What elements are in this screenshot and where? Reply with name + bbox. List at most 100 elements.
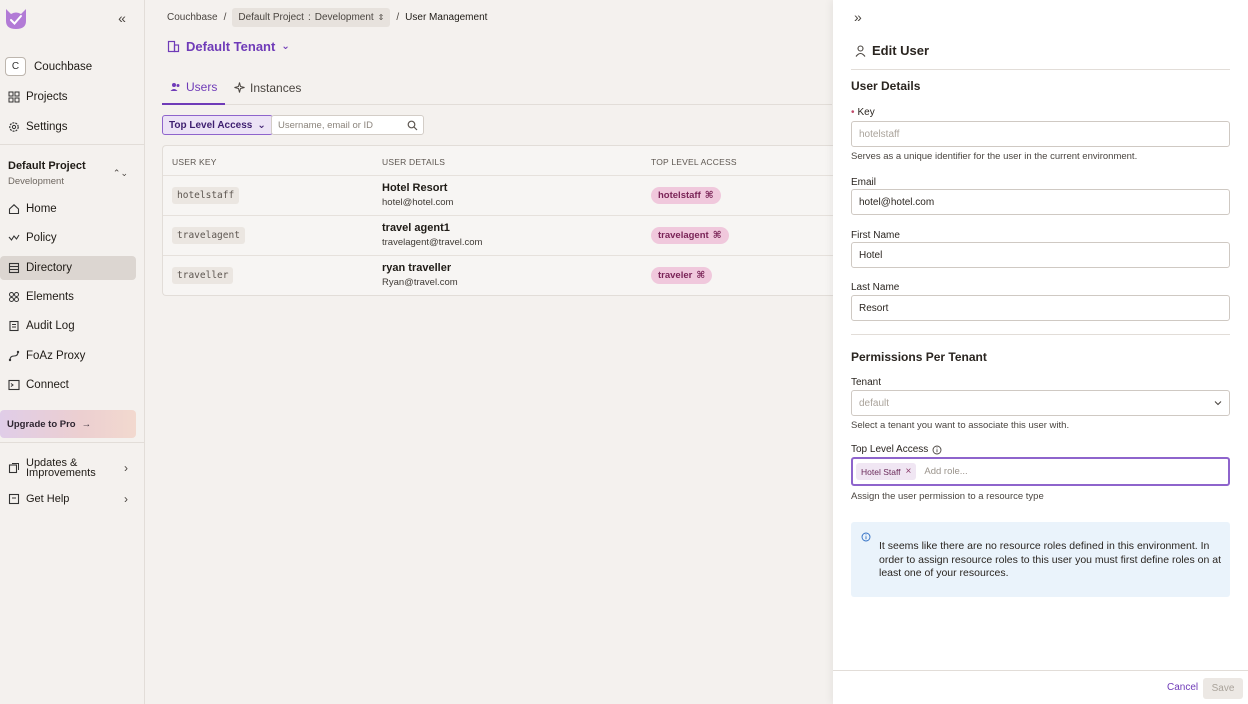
search-placeholder: Username, email or ID [278, 119, 374, 131]
drawer-title-text: Edit User [872, 43, 930, 58]
grid-icon [8, 91, 20, 103]
sidebar-item-label: Home [26, 203, 57, 215]
user-email: hotel@hotel.com [382, 197, 454, 208]
key-placeholder: hotelstaff [859, 128, 900, 140]
drawer-footer: Cancel Save [833, 670, 1248, 704]
chevron-up-down-icon: ⌃⌄ [112, 168, 128, 178]
last-name-value: Resort [859, 302, 889, 314]
app-logo-icon[interactable] [4, 5, 28, 31]
sidebar-item-home[interactable]: Home [0, 197, 136, 221]
main-content: Couchbase / Default Project : Developmen… [145, 0, 835, 704]
email-field[interactable]: hotel@hotel.com [851, 189, 1230, 215]
key-input[interactable]: hotelstaff [851, 121, 1230, 147]
tenant-placeholder: default [859, 397, 890, 409]
info-circle-icon[interactable] [932, 445, 942, 455]
user-name: travel agent1 [382, 222, 450, 234]
directory-icon [8, 262, 20, 274]
breadcrumb-colon: : [307, 12, 311, 23]
breadcrumb-separator: / [396, 12, 400, 23]
user-details-title: User Details [851, 79, 921, 93]
last-name-field[interactable]: Resort [851, 295, 1230, 321]
close-drawer-icon[interactable]: » [854, 9, 862, 25]
first-name-field[interactable]: Hotel [851, 242, 1230, 268]
save-button[interactable]: Save [1203, 678, 1243, 699]
breadcrumb-org[interactable]: Couchbase [167, 12, 218, 23]
org-switcher[interactable]: C Couchbase [5, 57, 92, 76]
sidebar-item-connect[interactable]: Connect [0, 373, 136, 397]
role-tag-label: Hotel Staff [861, 466, 901, 477]
user-key-chip: travelagent [172, 227, 245, 244]
sidebar-item-elements[interactable]: Elements [0, 285, 136, 309]
top-level-access-filter[interactable]: Top Level Access ⌄ [162, 115, 273, 135]
elements-icon [9, 292, 19, 302]
sidebar: « C Couchbase Projects Settings Default … [0, 0, 145, 704]
audit-log-icon [9, 320, 19, 332]
collapse-sidebar-icon[interactable]: « [114, 10, 130, 26]
project-switcher[interactable]: Default Project Development ⌃⌄ [8, 160, 136, 187]
email-label: Email [851, 177, 877, 188]
search-input[interactable]: Username, email or ID [271, 115, 424, 135]
no-resource-roles-notice: It seems like there are no resource role… [851, 522, 1230, 597]
breadcrumb-project-env[interactable]: Default Project : Development ⇕ [232, 8, 391, 27]
breadcrumb-separator: / [223, 12, 227, 23]
terminal-icon [8, 379, 20, 391]
get-help-label: Get Help [26, 493, 70, 505]
sidebar-item-foaz-proxy[interactable]: FoAz Proxy [0, 344, 136, 368]
tenant-select[interactable]: default [851, 390, 1230, 416]
table-row[interactable]: hotelstaff Hotel Resort hotel@hotel.com … [163, 175, 835, 215]
role-chip: traveler ⌘ [651, 267, 713, 284]
tenant-switcher[interactable]: Default Tenant ⌄ [167, 39, 290, 54]
table-row[interactable]: travelagent travel agent1 travelagent@tr… [163, 215, 835, 255]
updates-icon [8, 463, 19, 474]
top-level-access-label: Top Level Access [851, 444, 942, 455]
user-key-chip: hotelstaff [172, 187, 240, 204]
user-details: Hotel Resort hotel@hotel.com [382, 182, 453, 208]
permissions-title: Permissions Per Tenant [851, 350, 987, 364]
user-name: Hotel Resort [382, 182, 448, 194]
chevron-down-icon: ⌄ [257, 119, 266, 131]
drawer-divider [851, 334, 1230, 335]
remove-tag-icon[interactable]: × [906, 466, 912, 477]
first-name-label: First Name [851, 230, 900, 241]
table-row[interactable]: traveller ryan traveller Ryan@travel.com… [163, 255, 835, 295]
proxy-icon [8, 350, 20, 362]
command-icon: ⌘ [696, 270, 706, 281]
tab-instances[interactable]: Instances [226, 70, 309, 105]
users-table: User Key User Details Top Level Access h… [162, 145, 835, 296]
cancel-button[interactable]: Cancel [1167, 682, 1198, 693]
breadcrumb: Couchbase / Default Project : Developmen… [167, 8, 487, 27]
top-level-access-input[interactable]: Hotel Staff × Add role... [851, 457, 1230, 486]
sidebar-item-settings[interactable]: Settings [0, 115, 136, 139]
policy-icon [8, 234, 20, 241]
sidebar-item-projects[interactable]: Projects [0, 85, 136, 109]
updates-label: Updates & Improvements [26, 457, 96, 479]
sidebar-item-label: Directory [26, 262, 73, 274]
add-role-placeholder: Add role... [924, 466, 968, 477]
get-help-item[interactable]: Get Help › [0, 492, 136, 506]
tab-users[interactable]: Users [162, 70, 226, 105]
user-details: travel agent1 travelagent@travel.com [382, 222, 482, 248]
sidebar-item-label: Projects [26, 91, 68, 103]
breadcrumb-project: Default Project [238, 12, 304, 23]
breadcrumb-current: User Management [405, 12, 488, 23]
sidebar-item-directory[interactable]: Directory [0, 256, 136, 280]
sidebar-item-label: Connect [26, 379, 69, 391]
user-key-chip: traveller [172, 267, 234, 284]
upgrade-to-pro-button[interactable]: Upgrade to Pro → [0, 410, 136, 438]
edit-user-drawer: » Edit User User Details • Key hotelstaff… [833, 0, 1248, 704]
required-marker: • [851, 107, 855, 118]
tenant-helper-text: Select a tenant you want to associate th… [851, 420, 1070, 431]
column-header-user-details: User Details [382, 157, 446, 167]
tenant-title: Default Tenant [186, 39, 276, 54]
user-icon [855, 44, 866, 57]
updates-and-improvements-item[interactable]: Updates & Improvements › [0, 456, 136, 480]
users-icon [170, 83, 180, 91]
tab-label: Instances [250, 80, 302, 95]
sidebar-item-audit-log[interactable]: Audit Log [0, 314, 136, 338]
top-level-access-helper-text: Assign the user permission to a resource… [851, 491, 1044, 502]
help-icon [8, 493, 20, 505]
sidebar-item-policy[interactable]: Policy [0, 226, 136, 250]
chevron-down-icon [1214, 401, 1222, 406]
user-email: Ryan@travel.com [382, 277, 458, 288]
role-chip: hotelstaff ⌘ [651, 187, 721, 204]
